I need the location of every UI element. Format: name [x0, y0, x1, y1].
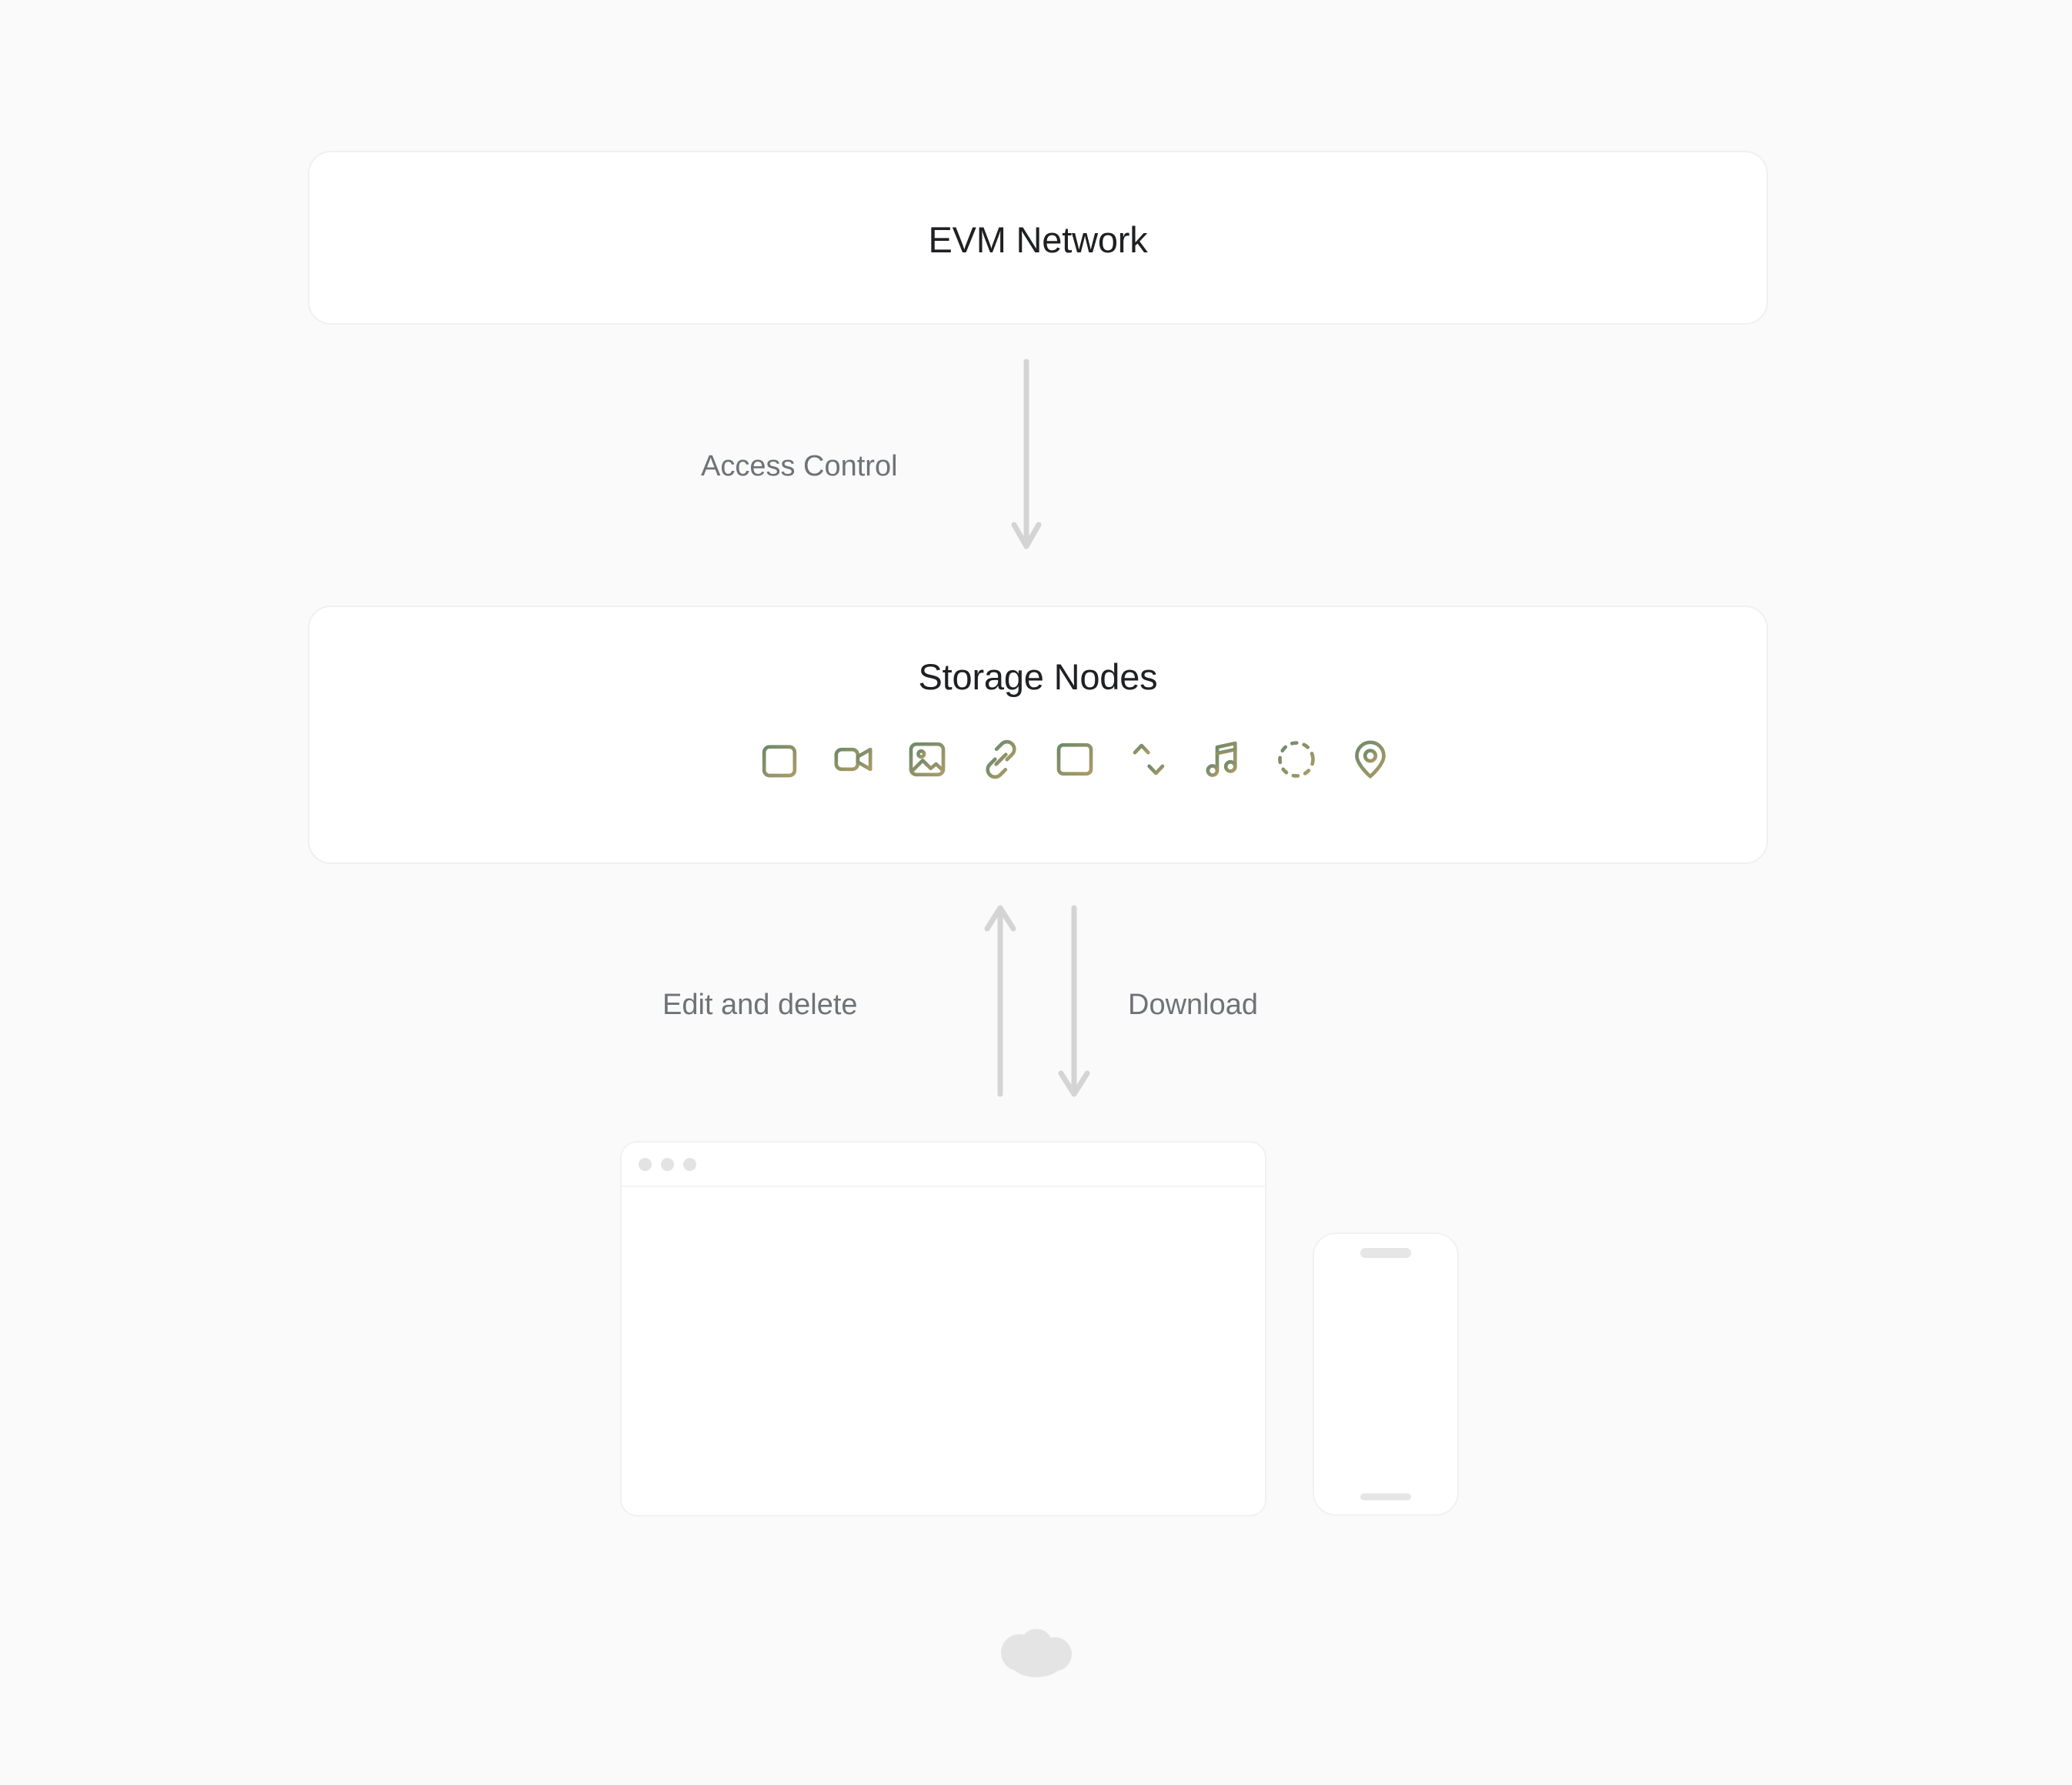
- download-arrow-down-icon: [1058, 905, 1090, 1097]
- link-icon[interactable]: [979, 738, 1023, 781]
- evm-network-title: EVM Network: [928, 219, 1148, 260]
- text-lines-icon[interactable]: [684, 738, 727, 781]
- evm-network-card: EVM Network: [308, 151, 1768, 325]
- window-dot-minimize-icon[interactable]: [661, 1157, 674, 1171]
- connector-label-edit-and-delete: Edit and delete: [662, 989, 858, 1021]
- storage-nodes-title: Storage Nodes: [918, 656, 1158, 697]
- browser-window[interactable]: [620, 1141, 1266, 1516]
- browser-viewport: [622, 1187, 1265, 1515]
- phone-home-indicator: [1360, 1493, 1411, 1500]
- phone-device[interactable]: [1313, 1233, 1459, 1516]
- music-note-icon[interactable]: [1201, 738, 1244, 781]
- film-strip-icon[interactable]: [1053, 738, 1096, 781]
- map-pin-icon[interactable]: [1349, 738, 1392, 781]
- diagram-canvas: EVM Network Access Control Storage Nodes: [0, 0, 2072, 1785]
- cloud-shape-icon: [1001, 1629, 1072, 1677]
- storage-nodes-card: Storage Nodes: [308, 606, 1768, 864]
- transfer-arrows-icon[interactable]: [1127, 738, 1170, 781]
- edit-and-delete-arrow-up-icon: [984, 905, 1016, 1097]
- connector-label-download: Download: [1128, 989, 1258, 1021]
- calendar-icon[interactable]: [758, 738, 801, 781]
- storage-file-type-icon-row: [309, 738, 1767, 781]
- window-dot-close-icon[interactable]: [639, 1157, 652, 1171]
- dashed-circle-plus-icon[interactable]: [1275, 738, 1318, 781]
- access-control-arrow-down-icon: [1011, 359, 1042, 549]
- connector-label-access-control: Access Control: [701, 450, 898, 482]
- phone-speaker-notch: [1360, 1248, 1411, 1258]
- image-icon[interactable]: [906, 738, 949, 781]
- video-camera-icon[interactable]: [832, 738, 875, 781]
- browser-titlebar: [622, 1143, 1265, 1187]
- window-dot-maximize-icon[interactable]: [683, 1157, 696, 1171]
